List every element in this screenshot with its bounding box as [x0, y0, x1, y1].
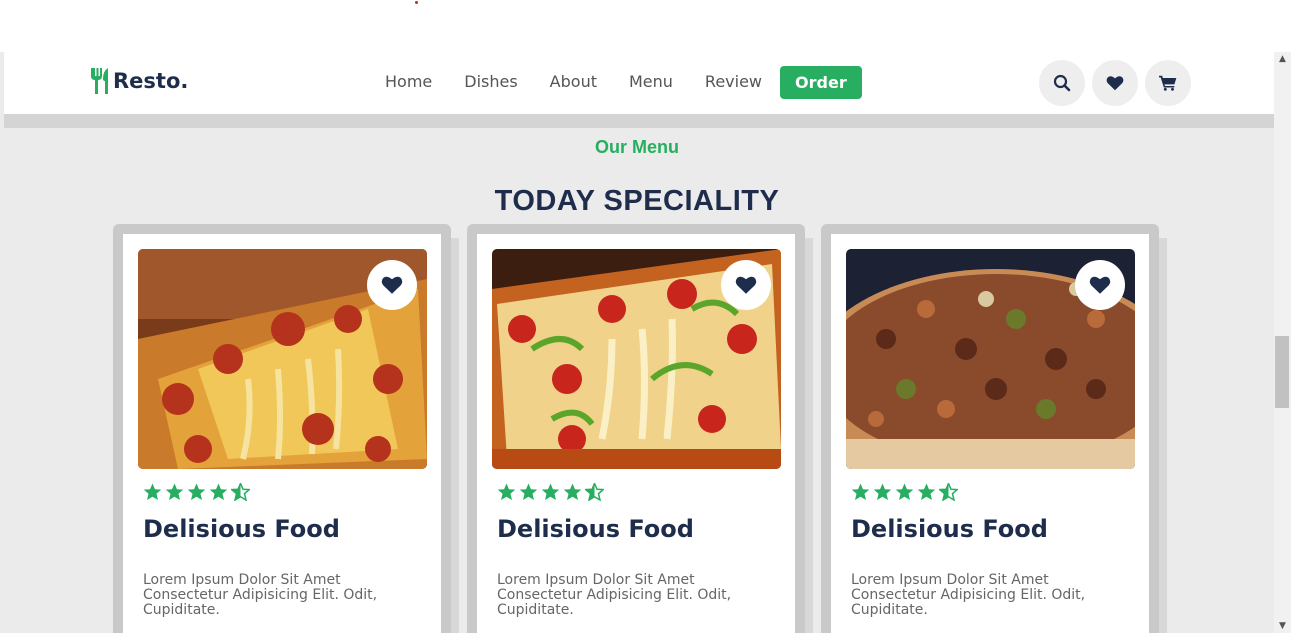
- header-actions: [1039, 60, 1198, 106]
- wishlist-button[interactable]: [1092, 60, 1138, 106]
- menu-card: Delisious Food Lorem Ipsum Dolor Sit Ame…: [123, 234, 441, 633]
- star-icon: [873, 483, 892, 501]
- favorite-button[interactable]: [721, 260, 771, 310]
- scroll-up-arrow-icon[interactable]: ▲: [1274, 52, 1291, 66]
- main-nav: Home Dishes About Menu Review Order: [369, 65, 862, 99]
- cart-icon: [1159, 75, 1177, 91]
- search-button[interactable]: [1039, 60, 1085, 106]
- section-heading: TODAY SPECIALITY: [494, 185, 780, 217]
- heart-icon: [381, 276, 403, 294]
- heart-icon: [1106, 76, 1124, 91]
- star-icon: [187, 483, 206, 501]
- star-icon: [165, 483, 184, 501]
- section-subheading: Our Menu: [595, 137, 679, 157]
- star-icon: [209, 483, 228, 501]
- star-half-icon: [231, 483, 250, 501]
- nav-menu[interactable]: Menu: [613, 66, 689, 98]
- rating-stars: [143, 483, 250, 501]
- brand-logo[interactable]: Resto.: [88, 66, 188, 96]
- order-button[interactable]: Order: [780, 65, 862, 99]
- card-title: Delisious Food: [851, 515, 1048, 543]
- menu-card-frame: Delisious Food Lorem Ipsum Dolor Sit Ame…: [467, 224, 813, 633]
- star-icon: [851, 483, 870, 501]
- scroll-thumb[interactable]: [1275, 336, 1289, 408]
- heart-icon: [735, 276, 757, 294]
- star-icon: [917, 483, 936, 501]
- menu-card: Delisious Food Lorem Ipsum Dolor Sit Ame…: [831, 234, 1149, 633]
- favorite-button[interactable]: [367, 260, 417, 310]
- star-half-icon: [939, 483, 958, 501]
- nav-home[interactable]: Home: [369, 66, 448, 98]
- star-icon: [541, 483, 560, 501]
- cart-button[interactable]: [1145, 60, 1191, 106]
- favorite-button[interactable]: [1075, 260, 1125, 310]
- star-half-icon: [585, 483, 604, 501]
- menu-card-frame: Delisious Food Lorem Ipsum Dolor Sit Ame…: [113, 224, 459, 633]
- card-title: Delisious Food: [143, 515, 340, 543]
- card-title: Delisious Food: [497, 515, 694, 543]
- header: Resto. Home Dishes About Menu Review Ord…: [4, 52, 1274, 114]
- stray-dot: [415, 1, 418, 4]
- heart-icon: [1089, 276, 1111, 294]
- menu-card: Delisious Food Lorem Ipsum Dolor Sit Ame…: [477, 234, 795, 633]
- nav-dishes[interactable]: Dishes: [448, 66, 533, 98]
- nav-review[interactable]: Review: [689, 66, 778, 98]
- vertical-scrollbar[interactable]: ▲ ▼: [1274, 52, 1291, 633]
- rating-stars: [497, 483, 604, 501]
- card-description: Lorem Ipsum Dolor Sit Amet Consectetur A…: [851, 572, 1086, 618]
- page-viewport: Resto. Home Dishes About Menu Review Ord…: [0, 52, 1274, 633]
- card-description: Lorem Ipsum Dolor Sit Amet Consectetur A…: [497, 572, 732, 618]
- brand-name: Resto.: [113, 69, 189, 93]
- search-icon: [1053, 74, 1071, 92]
- star-icon: [143, 483, 162, 501]
- header-shadow: [4, 114, 1274, 128]
- card-description: Lorem Ipsum Dolor Sit Amet Consectetur A…: [143, 572, 378, 618]
- star-icon: [497, 483, 516, 501]
- star-icon: [563, 483, 582, 501]
- nav-about[interactable]: About: [534, 66, 613, 98]
- fork-knife-icon: [91, 68, 108, 94]
- scroll-down-arrow-icon[interactable]: ▼: [1274, 619, 1291, 633]
- star-icon: [895, 483, 914, 501]
- star-icon: [519, 483, 538, 501]
- rating-stars: [851, 483, 958, 501]
- menu-card-frame: Delisious Food Lorem Ipsum Dolor Sit Ame…: [821, 224, 1167, 633]
